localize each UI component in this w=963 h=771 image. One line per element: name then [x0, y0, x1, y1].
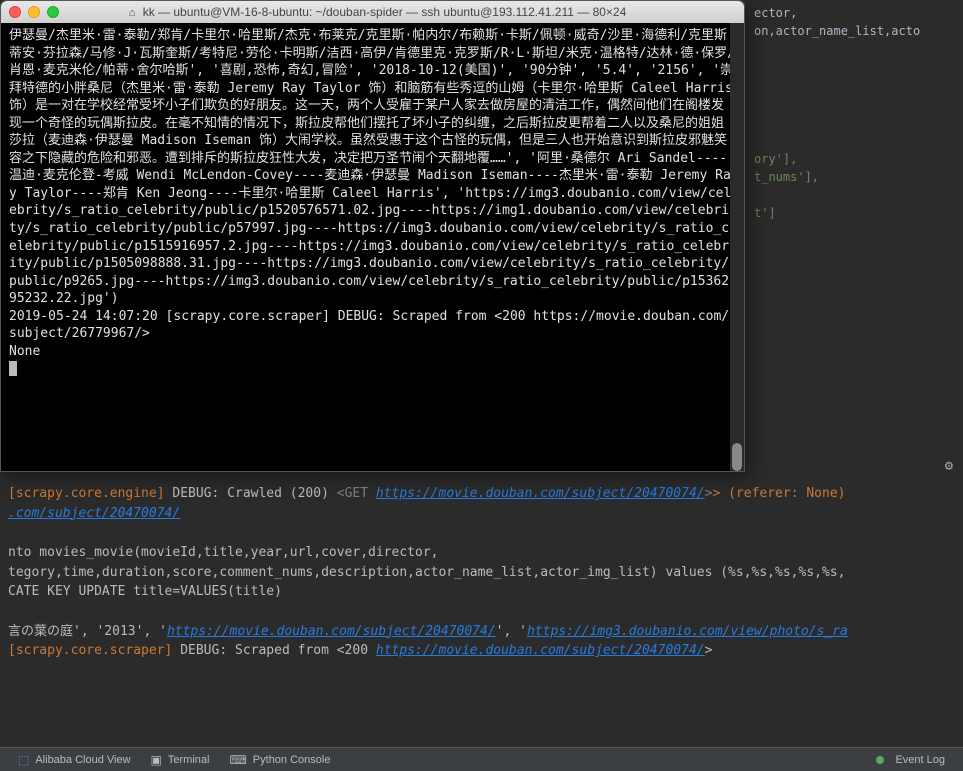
url-link[interactable]: .com/subject/20470074/: [8, 506, 180, 521]
terminal-icon: ▣: [151, 753, 162, 767]
subject-url-link[interactable]: https://movie.douban.com/subject/2047007…: [167, 624, 496, 639]
log-line: [scrapy.core.scraper] DEBUG: Scraped fro…: [8, 641, 955, 661]
status-bar: ⬚ Alibaba Cloud View ▣ Terminal ⌨ Python…: [0, 747, 963, 771]
window-titlebar[interactable]: ⌂ kk — ubuntu@VM-16-8-ubuntu: ~/douban-s…: [1, 1, 744, 23]
window-title: ⌂ kk — ubuntu@VM-16-8-ubuntu: ~/douban-s…: [19, 5, 736, 19]
log-line: .com/subject/20470074/: [8, 504, 955, 524]
code-frag: ector,: [754, 4, 959, 22]
home-icon: ⌂: [129, 7, 136, 19]
alibaba-cloud-tab[interactable]: ⬚ Alibaba Cloud View: [8, 753, 141, 767]
code-frag: ory'],: [754, 152, 797, 166]
python-icon: ⌨: [229, 753, 246, 767]
log-timestamp: 2019-05-24 14:07:20: [9, 309, 158, 324]
img-url-link[interactable]: https://img3.doubanio.com/view/photo/s_r…: [527, 624, 848, 639]
sql-line: tegory,time,duration,score,comment_nums,…: [8, 563, 955, 583]
engine-tag: [scrapy.core.engine]: [8, 486, 165, 501]
log-level: DEBUG:: [338, 309, 385, 324]
gear-icon[interactable]: ⚙: [945, 458, 953, 474]
code-frag: t']: [754, 206, 776, 220]
cloud-icon: ⬚: [18, 753, 29, 767]
crawled-url-link[interactable]: https://movie.douban.com/subject/2047007…: [376, 486, 705, 501]
scraper-tag: [scrapy.core.scraper]: [8, 643, 172, 658]
python-console-tab[interactable]: ⌨ Python Console: [219, 753, 340, 767]
log-line: [scrapy.core.engine] DEBUG: Crawled (200…: [8, 484, 955, 504]
sql-line: CATE KEY UPDATE title=VALUES(title): [8, 582, 955, 602]
code-frag: t_nums'],: [754, 170, 819, 184]
none-output: None: [9, 344, 40, 359]
data-line: 言の葉の庭', '2013', 'https://movie.douban.co…: [8, 622, 955, 642]
scroll-thumb[interactable]: [732, 443, 742, 471]
terminal-scrollbar[interactable]: [730, 23, 744, 471]
sql-line: nto movies_movie(movieId,title,year,url,…: [8, 543, 955, 563]
log-source: [scrapy.core.scraper]: [166, 309, 330, 324]
scraped-url-link[interactable]: https://movie.douban.com/subject/2047007…: [376, 643, 705, 658]
event-log-tab[interactable]: Event Log: [866, 754, 955, 766]
event-dot-icon: [876, 756, 884, 764]
terminal-text: 伊瑟曼/杰里米·雷·泰勒/郑肯/卡里尔·哈里斯/杰克·布莱克/克里斯·帕内尔/布…: [9, 28, 741, 306]
terminal-tab[interactable]: ▣ Terminal: [141, 753, 220, 767]
terminal-output[interactable]: 伊瑟曼/杰里米·雷·泰勒/郑肯/卡里尔·哈里斯/杰克·布莱克/克里斯·帕内尔/布…: [1, 23, 744, 471]
editor-bg-snippet: ector, on,actor_name_list,acto ory'], t_…: [750, 0, 963, 226]
terminal-window: ⌂ kk — ubuntu@VM-16-8-ubuntu: ~/douban-s…: [0, 0, 745, 472]
code-frag: on,actor_name_list,acto: [754, 22, 959, 40]
ide-console[interactable]: [scrapy.core.engine] DEBUG: Crawled (200…: [0, 480, 963, 665]
